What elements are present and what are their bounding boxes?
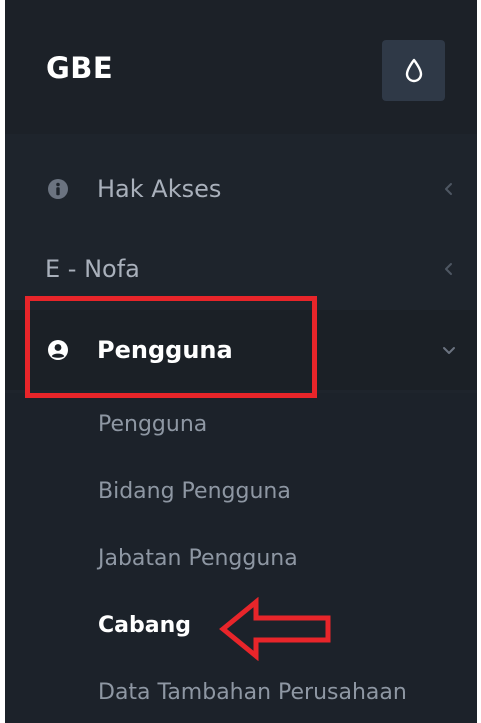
chevron-down-icon (443, 347, 455, 354)
sidebar: GBE Hak Akses E - Nofa Pengguna Pengguna… (5, 0, 477, 723)
annotation-arrow-icon (219, 597, 331, 661)
theme-toggle-button[interactable] (382, 40, 445, 101)
submenu-item-data-tambahan-perusahaan[interactable]: Data Tambahan Perusahaan (98, 680, 407, 705)
chevron-left-icon (445, 263, 452, 275)
submenu-item-bidang-pengguna[interactable]: Bidang Pengguna (98, 479, 291, 504)
sidebar-item-label: E - Nofa (45, 255, 140, 283)
submenu-item-cabang[interactable]: Cabang (98, 613, 191, 638)
submenu-item-jabatan-pengguna[interactable]: Jabatan Pengguna (98, 546, 298, 571)
sidebar-header: GBE (5, 0, 477, 134)
chevron-left-icon (445, 183, 452, 195)
submenu-item-pengguna[interactable]: Pengguna (98, 412, 207, 437)
info-circle-icon (48, 179, 68, 199)
sidebar-item-label: Hak Akses (97, 175, 222, 203)
annotation-highlight-box (25, 296, 317, 398)
sidebar-item-hak-akses[interactable]: Hak Akses (5, 149, 477, 229)
brand-title[interactable]: GBE (46, 51, 113, 85)
droplet-icon (405, 58, 422, 82)
pengguna-submenu: Pengguna Bidang Pengguna Jabatan Penggun… (5, 393, 477, 723)
